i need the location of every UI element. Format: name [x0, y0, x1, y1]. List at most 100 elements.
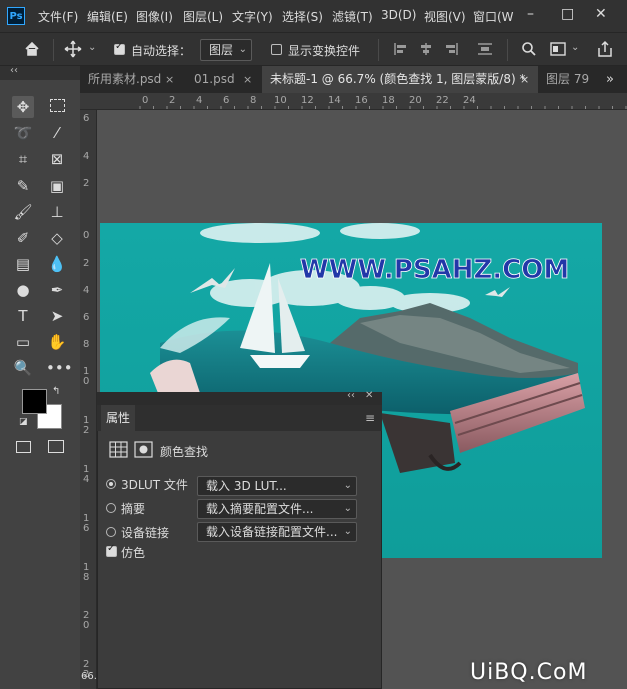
- ruler-tick-label: 2: [83, 425, 90, 436]
- menu-file[interactable]: 文件(F): [38, 8, 78, 25]
- crop-tool-icon[interactable]: ⌗: [12, 148, 34, 170]
- menu-image[interactable]: 图像(I): [136, 8, 173, 25]
- history-brush-tool-icon[interactable]: ✐: [12, 227, 34, 249]
- home-icon[interactable]: [24, 41, 40, 57]
- search-icon[interactable]: [521, 41, 537, 57]
- mask-icon[interactable]: [134, 441, 153, 458]
- panel-menu-icon[interactable]: ≡: [365, 411, 375, 425]
- swap-colors-icon[interactable]: ↰: [52, 386, 60, 397]
- dodge-tool-icon[interactable]: ●: [12, 279, 34, 301]
- vertical-ruler: 6 4 2 0 2 4 6 8 1 0 1 2 1 4 1 6 1 8 2 0 …: [80, 110, 97, 689]
- dropdown-value: 载入 3D LUT...: [206, 479, 287, 493]
- ruler-tick-label: 8: [83, 572, 90, 583]
- collapse-icon[interactable]: ‹‹: [10, 65, 18, 76]
- document-tab-bar: 所用素材.psd × 01.psd × 未标题-1 @ 66.7% (颜色查找 …: [0, 66, 627, 93]
- eyedropper-tool-icon[interactable]: ✎: [12, 175, 34, 197]
- adjustment-grid-icon[interactable]: [109, 441, 128, 458]
- panel-subtitle: 颜色查找: [160, 445, 209, 459]
- foreground-color-swatch-front: [22, 389, 47, 414]
- tools-panel-header: ‹‹: [0, 65, 80, 80]
- tab-label: 未标题-1 @ 66.7% (颜色查找 1, 图层蒙版/8) *: [270, 72, 526, 86]
- clone-stamp-tool-icon[interactable]: ⊥: [46, 201, 68, 223]
- minimize-button[interactable]: –: [527, 6, 534, 22]
- move-tool-icon[interactable]: ✥: [12, 96, 34, 118]
- quick-mask-icon[interactable]: [16, 441, 31, 453]
- close-window-button[interactable]: ✕: [595, 6, 607, 22]
- dropdown-value: 载入设备链接配置文件...: [206, 525, 338, 539]
- tab-properties[interactable]: 属性: [101, 405, 135, 431]
- marquee-tool-icon[interactable]: [46, 96, 68, 118]
- tab-layer-79[interactable]: 图层 79: [538, 66, 598, 93]
- distribute-icon[interactable]: [476, 41, 494, 57]
- align-left-icon[interactable]: [393, 41, 409, 57]
- menu-select[interactable]: 选择(S): [282, 8, 323, 25]
- dropdown-value: 载入摘要配置文件...: [206, 502, 314, 516]
- magic-wand-tool-icon[interactable]: ⁄: [46, 122, 68, 144]
- tab-overflow-icon[interactable]: »: [606, 72, 614, 87]
- artwork-watermark: WWW.PSAHZ.COM: [300, 255, 569, 285]
- type-tool-icon[interactable]: T: [12, 305, 34, 327]
- eraser-tool-icon[interactable]: ◇: [46, 227, 68, 249]
- chevron-down-icon: ⌄: [343, 526, 352, 537]
- ruler-ticks: [139, 106, 627, 109]
- close-tab-icon[interactable]: ×: [165, 73, 174, 86]
- auto-select-checkbox[interactable]: [114, 41, 125, 55]
- menu-window[interactable]: 窗口(W: [473, 8, 514, 25]
- tab-label: 所用素材.psd: [88, 72, 162, 86]
- 3dlut-dropdown[interactable]: 载入 3D LUT... ⌄: [197, 476, 357, 496]
- align-right-icon[interactable]: [443, 41, 459, 57]
- close-tab-icon[interactable]: ×: [243, 73, 252, 86]
- rectangle-tool-icon[interactable]: ▭: [12, 331, 34, 353]
- menu-type[interactable]: 文字(Y): [232, 8, 273, 25]
- auto-select-target-dropdown[interactable]: 图层 ⌄: [200, 39, 252, 61]
- zoom-readout[interactable]: 66.: [81, 671, 97, 682]
- option-device-link-label: 设备链接: [121, 526, 170, 540]
- spot-healing-tool-icon[interactable]: ▣: [46, 175, 68, 197]
- chevron-down-icon: ⌄: [238, 44, 247, 55]
- collapse-icon[interactable]: ‹‹: [347, 390, 355, 401]
- ruler-tick-label: 6: [83, 312, 90, 323]
- options-bar: ⌄ 自动选择： 图层 ⌄ 显示变换控件 ⌄: [0, 32, 627, 66]
- move-tool-icon[interactable]: [64, 40, 82, 58]
- ruler-tick-label: 4: [83, 285, 90, 296]
- hand-tool-icon[interactable]: ✋: [46, 331, 68, 353]
- separator: [53, 39, 54, 61]
- menu-view[interactable]: 视图(V): [424, 8, 466, 25]
- workspace-icon[interactable]: [550, 42, 566, 56]
- dither-checkbox[interactable]: [106, 543, 117, 557]
- maximize-button[interactable]: □: [561, 6, 574, 22]
- close-tab-icon[interactable]: ×: [520, 73, 529, 86]
- abstract-dropdown[interactable]: 载入摘要配置文件... ⌄: [197, 499, 357, 519]
- ruler-tick-label: 6: [83, 523, 90, 534]
- chevron-down-icon: ⌄: [343, 480, 352, 491]
- menu-bar: Ps 文件(F) 编辑(E) 图像(I) 图层(L) 文字(Y) 选择(S) 滤…: [0, 0, 627, 32]
- close-panel-icon[interactable]: ✕: [365, 390, 373, 401]
- brush-tool-icon[interactable]: 🖌: [12, 201, 34, 223]
- menu-3d[interactable]: 3D(D): [381, 8, 416, 22]
- screen-mode-icon[interactable]: [48, 440, 64, 453]
- default-colors-icon[interactable]: ◪: [19, 417, 28, 427]
- radio-device-link[interactable]: [106, 527, 116, 537]
- frame-tool-icon[interactable]: ⊠: [46, 148, 68, 170]
- align-center-icon[interactable]: [418, 41, 434, 57]
- ruler-tick-label: 0: [83, 620, 90, 631]
- more-tools-icon[interactable]: •••: [46, 357, 73, 379]
- path-selection-tool-icon[interactable]: ➤: [46, 305, 68, 327]
- share-icon[interactable]: [596, 40, 614, 58]
- radio-abstract[interactable]: [106, 503, 116, 513]
- device-link-dropdown[interactable]: 载入设备链接配置文件... ⌄: [197, 522, 357, 542]
- show-transform-checkbox[interactable]: [271, 44, 282, 55]
- tab-untitled-1[interactable]: 未标题-1 @ 66.7% (颜色查找 1, 图层蒙版/8) *: [262, 66, 538, 93]
- pen-tool-icon[interactable]: ✒: [46, 279, 68, 301]
- gradient-tool-icon[interactable]: ▤: [12, 253, 34, 275]
- radio-3dlut[interactable]: [106, 479, 116, 489]
- option-abstract-label: 摘要: [121, 502, 146, 516]
- menu-edit[interactable]: 编辑(E): [87, 8, 128, 25]
- chevron-down-icon[interactable]: ⌄: [571, 42, 579, 53]
- chevron-down-icon[interactable]: ⌄: [88, 42, 96, 53]
- lasso-tool-icon[interactable]: ➰: [12, 122, 34, 144]
- menu-filter[interactable]: 滤镜(T): [332, 8, 373, 25]
- zoom-tool-icon[interactable]: 🔍: [12, 357, 34, 379]
- blur-tool-icon[interactable]: 💧: [46, 253, 68, 275]
- menu-layer[interactable]: 图层(L): [183, 8, 223, 25]
